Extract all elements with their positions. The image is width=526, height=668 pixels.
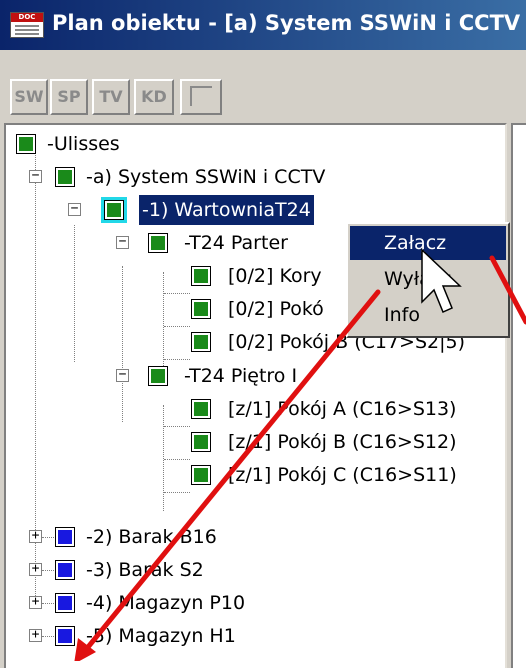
tree-node-object[interactable]: + -3) Barak S2 — [6, 555, 406, 585]
tree-node-label: -4) Magazyn P10 — [86, 592, 246, 614]
kd-button[interactable]: KD — [134, 79, 174, 115]
node-green-icon — [148, 233, 168, 253]
tree-node-room[interactable]: [z/1] Pokój A (C16>S13) — [6, 394, 506, 424]
sw-button[interactable]: SW — [10, 79, 48, 115]
node-blue-icon — [55, 593, 75, 613]
expand-toggle[interactable]: + — [29, 628, 42, 642]
tree-node-system[interactable]: − -a) System SSWiN i CCTV — [6, 162, 406, 192]
node-blue-icon — [55, 560, 75, 580]
tree-node-label: -Ulisses — [47, 133, 120, 155]
tree-node-label: -3) Barak S2 — [86, 559, 204, 581]
tree-node-wartownia[interactable]: − -1) WartowniaT24 — [6, 195, 406, 225]
node-blue-icon — [55, 626, 75, 646]
tree-node-room[interactable]: [z/1] Pokój C (C16>S11) — [6, 460, 506, 490]
tree-node-object[interactable]: + -5) Magazyn H1 — [6, 621, 406, 651]
window-layout-icon — [190, 86, 212, 106]
tree-node-label: [z/1] Pokój B (C16>S12) — [228, 431, 457, 453]
tree-node-label: [z/1] Pokój C (C16>S11) — [228, 464, 457, 486]
title-bar[interactable]: DOC Plan obiektu - [a) System SSWiN i CC… — [0, 0, 526, 50]
document-icon-label: DOC — [11, 13, 43, 22]
context-menu: Załącz Wyłącz Info — [346, 222, 510, 338]
node-green-icon — [191, 266, 211, 286]
collapse-toggle[interactable]: − — [116, 235, 129, 249]
menu-item-info[interactable]: Info — [350, 298, 506, 332]
tree-node-label: -5) Magazyn H1 — [86, 625, 236, 647]
menu-item-wylacz[interactable]: Wyłącz — [350, 262, 506, 296]
node-green-icon — [55, 167, 75, 187]
node-green-icon — [148, 366, 168, 386]
tree-node-object[interactable]: + -2) Barak B16 — [6, 522, 406, 552]
expand-toggle[interactable]: + — [29, 595, 42, 609]
node-green-icon — [191, 399, 211, 419]
node-green-icon — [191, 332, 211, 352]
node-green-icon — [191, 432, 211, 452]
tree-node-floor-pietro[interactable]: − -T24 Piętro I — [6, 361, 406, 391]
tree-node-label: [z/1] Pokój A (C16>S13) — [228, 398, 457, 420]
node-green-icon — [191, 299, 211, 319]
document-icon: DOC — [10, 12, 44, 38]
node-green-icon — [16, 134, 36, 154]
tree-node-label: -T24 Parter — [184, 232, 288, 254]
tv-button[interactable]: TV — [92, 79, 130, 115]
expand-toggle[interactable]: + — [29, 562, 42, 576]
tree-node-label: [0/2] Pokó — [228, 298, 324, 320]
tree-node-label: [0/2] Kory — [228, 265, 322, 287]
toolbar: SW SP TV KD — [0, 50, 526, 120]
object-tree[interactable]: -Ulisses − -a) System SSWiN i CCTV − -1)… — [4, 123, 507, 668]
node-green-icon — [101, 197, 127, 223]
collapse-toggle[interactable]: − — [29, 169, 42, 183]
tree-node-label: -2) Barak B16 — [86, 526, 217, 548]
tree-node-object[interactable]: + -4) Magazyn P10 — [6, 588, 406, 618]
tree-node-label-selected: -1) WartowniaT24 — [139, 195, 314, 225]
detail-panel — [511, 123, 526, 668]
tree-node-room[interactable]: [z/1] Pokój B (C16>S12) — [6, 427, 506, 457]
node-green-icon — [191, 465, 211, 485]
menu-item-zalacz[interactable]: Załącz — [350, 226, 506, 260]
tree-node-label: -a) System SSWiN i CCTV — [86, 166, 326, 188]
expand-toggle[interactable]: + — [29, 529, 42, 543]
collapse-toggle[interactable]: − — [116, 368, 129, 382]
window-title: Plan obiektu - [a) System SSWiN i CCTV — [52, 11, 521, 35]
node-blue-icon — [55, 527, 75, 547]
sp-button[interactable]: SP — [50, 79, 88, 115]
tree-node-root[interactable]: -Ulisses — [6, 129, 406, 159]
collapse-toggle[interactable]: − — [68, 202, 81, 216]
layout-button[interactable] — [180, 79, 222, 115]
tree-node-label: -T24 Piętro I — [184, 365, 298, 387]
